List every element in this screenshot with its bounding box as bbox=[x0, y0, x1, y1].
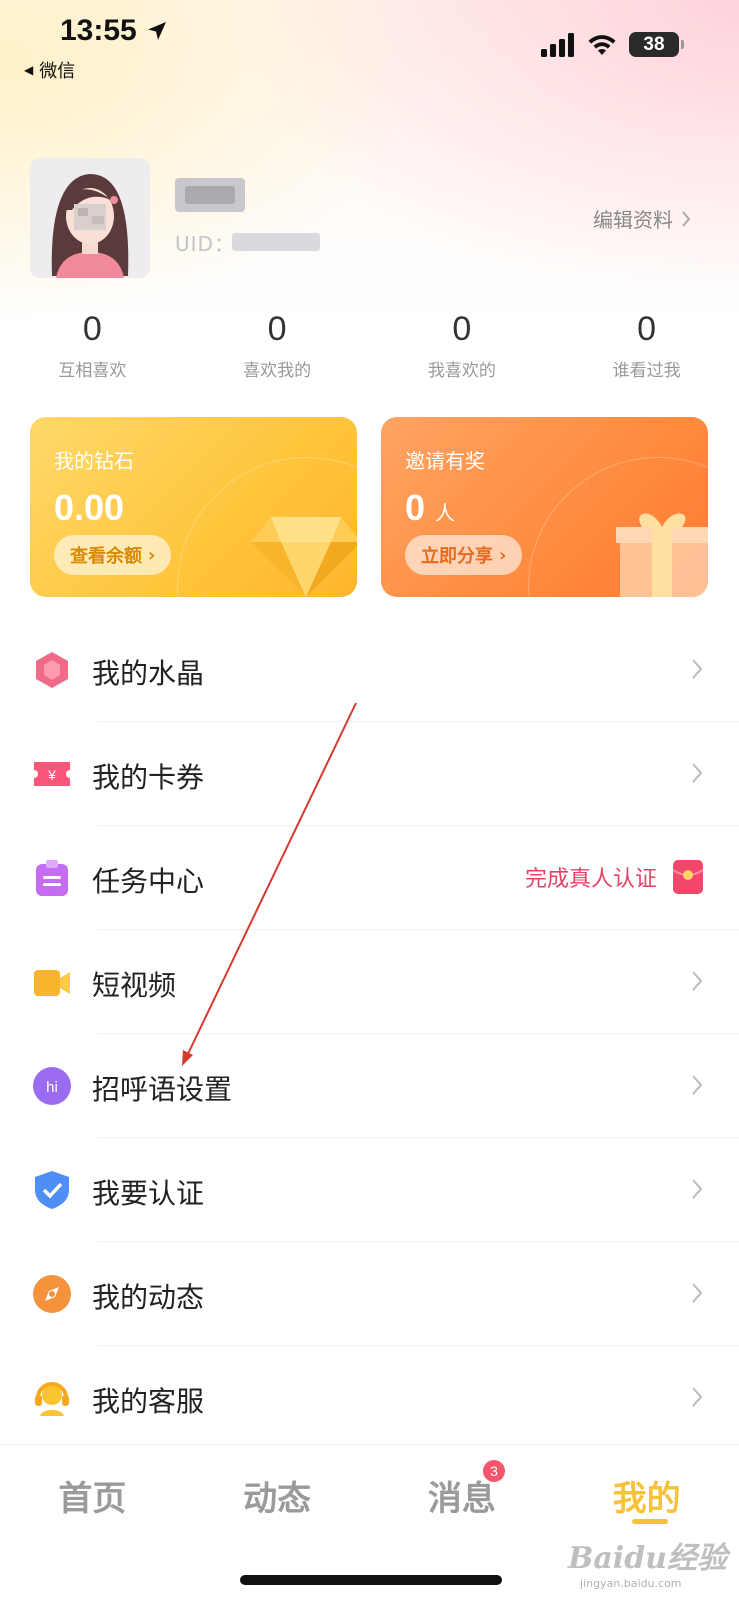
menu-label: 我的水晶 bbox=[92, 657, 205, 690]
shield-check-icon bbox=[35, 1171, 69, 1209]
avatar-illustration bbox=[30, 158, 150, 278]
diamond-card[interactable]: 我的钻石 0.00 查看余额 › bbox=[30, 417, 357, 597]
stat-mutual-likes[interactable]: 0 互相喜欢 bbox=[0, 312, 185, 381]
signal-icon bbox=[541, 32, 574, 57]
chevron-right-icon bbox=[692, 659, 703, 679]
back-to-wechat-link[interactable]: ◀ 微信 bbox=[24, 57, 75, 83]
chevron-right-icon: › bbox=[499, 544, 507, 566]
red-envelope-icon bbox=[673, 860, 703, 894]
menu-label: 我的卡券 bbox=[92, 761, 205, 794]
watermark-sub: jingyan.baidu.com bbox=[580, 1577, 682, 1590]
edit-profile-link[interactable]: 编辑资料 bbox=[593, 204, 691, 233]
menu-item-task-center[interactable]: 任务中心 完成真人认证 bbox=[0, 826, 739, 930]
invite-count: 0人 bbox=[405, 487, 455, 529]
view-balance-label: 查看余额 bbox=[70, 546, 142, 567]
stat-value: 0 bbox=[452, 310, 472, 348]
status-indicators: 38 bbox=[541, 32, 684, 57]
stat-i-liked[interactable]: 0 我喜欢的 bbox=[370, 312, 555, 381]
menu-list: 我的水晶 ¥ 我的卡券 任务中心 完成真人认证 短视频 hi 招呼语设置 我要认… bbox=[0, 618, 739, 1450]
chevron-right-icon bbox=[692, 763, 703, 783]
diamond-balance: 0.00 bbox=[54, 487, 125, 528]
menu-item-greeting-settings[interactable]: hi 招呼语设置 bbox=[0, 1034, 739, 1138]
diamond-title: 我的钻石 bbox=[54, 449, 134, 473]
chevron-right-icon bbox=[692, 971, 703, 991]
status-time: 13:55 bbox=[60, 14, 169, 48]
coupon-icon: ¥ bbox=[34, 762, 70, 786]
compass-icon bbox=[33, 1275, 71, 1313]
menu-label: 我的客服 bbox=[92, 1385, 205, 1418]
task-extra-text: 完成真人认证 bbox=[524, 867, 657, 892]
stat-label: 谁看过我 bbox=[612, 361, 681, 381]
battery-indicator: 38 bbox=[629, 32, 684, 57]
menu-item-short-video[interactable]: 短视频 bbox=[0, 930, 739, 1034]
menu-item-coupons[interactable]: ¥ 我的卡券 bbox=[0, 722, 739, 826]
task-icon bbox=[36, 860, 68, 896]
stat-value: 0 bbox=[267, 310, 287, 348]
location-arrow-icon bbox=[147, 22, 166, 40]
chevron-right-icon: › bbox=[148, 544, 156, 566]
stats-row: 0 互相喜欢 0 喜欢我的 0 我喜欢的 0 谁看过我 bbox=[0, 312, 739, 381]
baidu-watermark: Baidu经验 jingyan.baidu.com bbox=[568, 1533, 727, 1590]
home-indicator[interactable] bbox=[240, 1575, 502, 1585]
crystal-icon bbox=[36, 652, 68, 688]
invite-card[interactable]: 邀请有奖 0人 立即分享 › bbox=[381, 417, 708, 597]
menu-item-crystal[interactable]: 我的水晶 bbox=[0, 618, 739, 722]
tab-messages[interactable]: 消息 bbox=[370, 1471, 555, 1520]
share-now-button[interactable]: 立即分享 › bbox=[405, 535, 523, 575]
wifi-icon bbox=[588, 34, 616, 55]
stat-value: 0 bbox=[82, 310, 102, 348]
menu-label: 短视频 bbox=[92, 969, 177, 1002]
chevron-right-icon bbox=[682, 210, 691, 227]
time-text: 13:55 bbox=[60, 14, 137, 47]
uid-value-blurred bbox=[232, 233, 320, 251]
invite-title: 邀请有奖 bbox=[405, 449, 485, 473]
battery-level: 38 bbox=[643, 33, 665, 55]
menu-label: 我要认证 bbox=[92, 1177, 205, 1210]
share-now-label: 立即分享 bbox=[421, 546, 493, 567]
menu-label: 招呼语设置 bbox=[92, 1073, 233, 1106]
message-badge: 3 bbox=[483, 1460, 505, 1482]
hi-greeting-icon: hi bbox=[33, 1067, 71, 1105]
edit-profile-label: 编辑资料 bbox=[593, 208, 673, 232]
back-triangle-icon: ◀ bbox=[24, 63, 34, 77]
active-tab-indicator bbox=[632, 1519, 668, 1524]
svg-text:hi: hi bbox=[46, 1079, 58, 1096]
chevron-right-icon bbox=[692, 1075, 703, 1095]
invite-count-value: 0 bbox=[405, 487, 426, 528]
watermark-main: Baidu经验 bbox=[568, 1541, 727, 1576]
stat-value: 0 bbox=[637, 310, 657, 348]
gift-box-icon bbox=[616, 513, 708, 597]
chevron-right-icon bbox=[692, 1179, 703, 1199]
menu-label: 任务中心 bbox=[92, 865, 205, 898]
stat-label: 喜欢我的 bbox=[243, 361, 312, 381]
invite-count-unit: 人 bbox=[435, 503, 456, 525]
stat-liked-me[interactable]: 0 喜欢我的 bbox=[185, 312, 370, 381]
avatar[interactable] bbox=[30, 158, 150, 278]
svg-text:¥: ¥ bbox=[47, 767, 56, 783]
stat-label: 我喜欢的 bbox=[427, 361, 496, 381]
chevron-right-icon bbox=[692, 1387, 703, 1407]
menu-label: 我的动态 bbox=[92, 1281, 205, 1314]
back-app-label: 微信 bbox=[39, 61, 76, 82]
stat-visitors[interactable]: 0 谁看过我 bbox=[554, 312, 739, 381]
menu-item-verification[interactable]: 我要认证 bbox=[0, 1138, 739, 1242]
uid-label: UID： bbox=[175, 232, 235, 256]
tab-home[interactable]: 首页 bbox=[0, 1471, 185, 1520]
real-person-verify-hint[interactable]: 完成真人认证 bbox=[525, 860, 703, 894]
nickname-blurred bbox=[175, 178, 245, 212]
tab-moments[interactable]: 动态 bbox=[185, 1471, 370, 1520]
tab-me[interactable]: 我的 bbox=[554, 1471, 739, 1520]
view-balance-button[interactable]: 查看余额 › bbox=[54, 535, 172, 575]
stat-label: 互相喜欢 bbox=[58, 361, 127, 381]
diamond-icon bbox=[251, 517, 357, 597]
menu-item-customer-service[interactable]: 我的客服 bbox=[0, 1346, 739, 1450]
headset-icon bbox=[35, 1382, 69, 1416]
chevron-right-icon bbox=[692, 1283, 703, 1303]
menu-item-my-moments[interactable]: 我的动态 bbox=[0, 1242, 739, 1346]
video-camera-icon bbox=[34, 970, 70, 996]
